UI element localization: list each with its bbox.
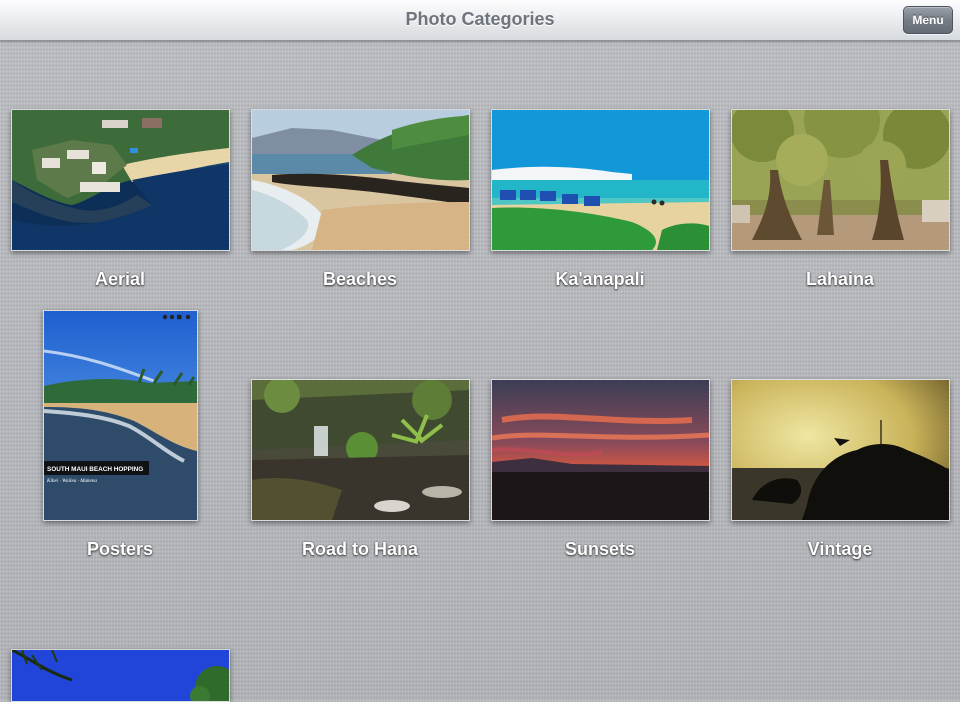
poster-subline: Kihei · Wailea · Makena (46, 478, 97, 484)
lahaina-thumbnail[interactable] (731, 109, 950, 251)
kaanapali-thumbnail[interactable] (491, 109, 710, 251)
posters-thumbnail[interactable]: SOUTH MAUI BEACH HOPPING Kihei · Wailea … (43, 310, 198, 521)
aerial-thumbnail[interactable] (11, 109, 230, 251)
category-label: Lahaina (805, 269, 875, 289)
beaches-thumbnail[interactable] (251, 109, 470, 251)
partial-thumbnail[interactable] (11, 649, 230, 702)
category-label: Ka'anapali (555, 269, 645, 289)
vintage-thumbnail[interactable] (731, 379, 950, 521)
poster-headline: SOUTH MAUI BEACH HOPPING (47, 466, 143, 473)
category-label: Vintage (807, 539, 873, 559)
road-to-hana-thumbnail[interactable] (251, 379, 470, 521)
category-label: Posters (86, 539, 154, 559)
sunsets-thumbnail[interactable] (491, 379, 710, 521)
category-label: Aerial (94, 269, 146, 289)
navigation-bar: Photo Categories Menu (0, 0, 960, 41)
menu-button[interactable]: Menu (903, 6, 953, 34)
category-label: Sunsets (564, 539, 636, 559)
page-title: Photo Categories (405, 9, 555, 29)
category-label: Beaches (322, 269, 398, 289)
category-label: Road to Hana (301, 539, 418, 559)
